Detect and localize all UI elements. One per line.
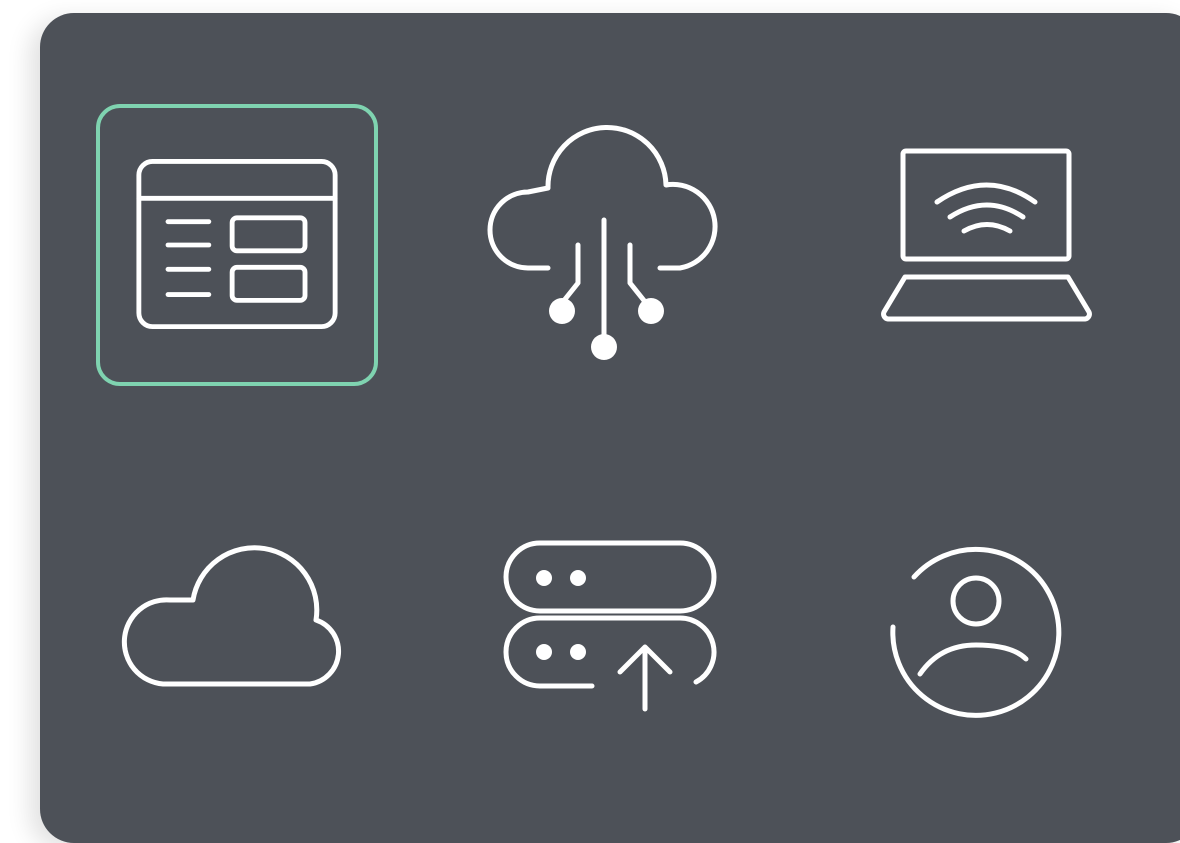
tile-cloud-network[interactable] xyxy=(470,120,730,380)
cloud-icon xyxy=(121,545,342,687)
user-account-icon xyxy=(890,546,1062,718)
laptop-wifi-icon xyxy=(881,148,1092,322)
tile-cloud[interactable] xyxy=(110,530,370,710)
tile-web-dashboard[interactable] xyxy=(96,104,378,386)
web-dashboard-icon xyxy=(136,159,338,330)
cloud-network-icon xyxy=(487,125,718,360)
server-upload-icon xyxy=(503,540,717,712)
tile-user-account[interactable] xyxy=(878,530,1078,720)
tile-laptop-wifi[interactable] xyxy=(868,130,1108,340)
tile-server-upload[interactable] xyxy=(490,525,730,725)
